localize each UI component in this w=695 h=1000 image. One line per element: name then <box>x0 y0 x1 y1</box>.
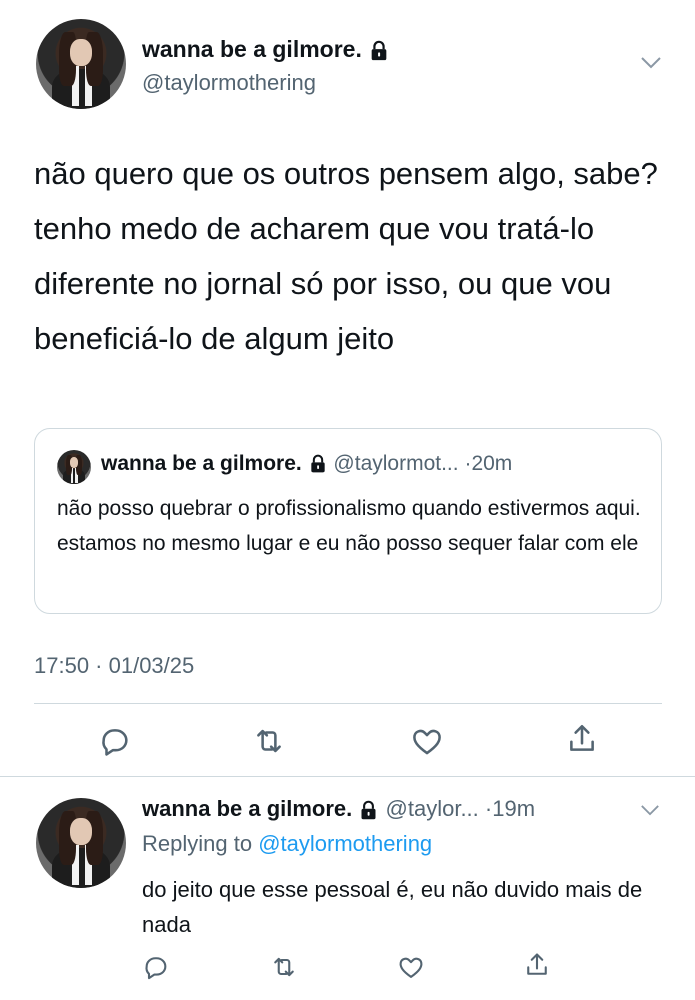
divider <box>34 703 662 704</box>
display-name: wanna be a gilmore. <box>101 452 302 475</box>
reply-text: do jeito que esse pessoal é, eu não duvi… <box>142 877 643 937</box>
reply-icon[interactable] <box>98 724 132 758</box>
share-icon[interactable] <box>565 722 599 756</box>
reply-icon[interactable] <box>142 953 170 981</box>
handle[interactable]: @taylor... <box>386 796 479 821</box>
tweet-timestamp[interactable]: 17:50 · 01/03/25 <box>34 653 194 679</box>
tweet-age: ·19m <box>484 796 536 821</box>
divider <box>0 776 695 777</box>
lock-icon <box>310 455 325 473</box>
avatar[interactable] <box>36 798 126 888</box>
tweet-text: não quero que os outros pensem algo, sab… <box>34 156 658 356</box>
chevron-down-icon[interactable] <box>640 804 660 817</box>
like-icon[interactable] <box>397 953 425 981</box>
author-header[interactable]: wanna be a gilmore. <box>142 36 390 63</box>
lock-icon <box>371 40 387 61</box>
replying-to-label: Replying to <box>142 831 253 856</box>
like-icon[interactable] <box>410 724 444 758</box>
chevron-down-icon[interactable] <box>640 56 662 70</box>
handle: @taylormot... <box>333 452 459 475</box>
avatar[interactable] <box>36 19 126 109</box>
reply-author-header[interactable]: wanna be a gilmore. @taylor... ·19m <box>142 796 535 822</box>
quoted-author-header: wanna be a gilmore. @taylormot... ·20m <box>101 452 512 476</box>
lock-icon <box>361 800 376 819</box>
quoted-tweet[interactable]: wanna be a gilmore. @taylormot... ·20m n… <box>34 428 662 614</box>
replying-to: Replying to @taylormothering <box>142 831 432 857</box>
display-name[interactable]: wanna be a gilmore. <box>142 36 362 62</box>
quoted-tweet-text: não posso quebrar o profissionalismo qua… <box>57 497 641 555</box>
replying-to-link[interactable]: @taylormothering <box>258 831 432 856</box>
share-icon[interactable] <box>523 951 551 979</box>
retweet-icon[interactable] <box>270 953 298 981</box>
display-name[interactable]: wanna be a gilmore. <box>142 796 352 821</box>
tweet-age: ·20m <box>464 452 513 475</box>
handle[interactable]: @taylormothering <box>142 70 316 96</box>
retweet-icon[interactable] <box>252 724 286 758</box>
avatar <box>57 450 91 484</box>
